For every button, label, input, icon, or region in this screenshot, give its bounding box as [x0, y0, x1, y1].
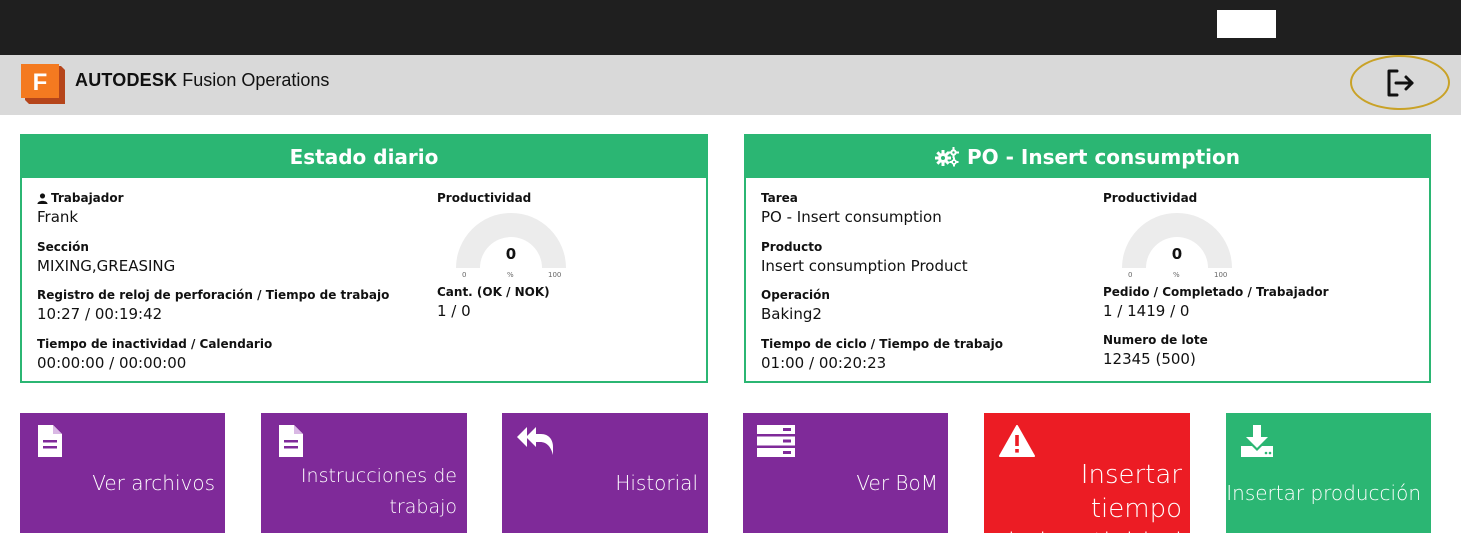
- operation-field: Operación Baking2: [761, 288, 830, 323]
- view-files-label: Ver archivos: [92, 471, 215, 495]
- insert-downtime-button[interactable]: Insertar tiempo de inactividad: [984, 413, 1190, 558]
- qty-label: Cant. (OK / NOK): [437, 285, 550, 299]
- insert-downtime-line1: Insertar tiempo: [1080, 460, 1182, 524]
- work-instructions-button[interactable]: Instrucciones de trabajo: [261, 413, 467, 533]
- fusion-logo-icon: F: [21, 64, 65, 104]
- history-label: Historial: [615, 471, 698, 495]
- task-gauge-value: 0: [1171, 245, 1183, 263]
- product-field: Producto Insert consumption Product: [761, 240, 968, 275]
- work-instructions-label: Instrucciones de trabajo: [301, 461, 457, 523]
- task-productivity-label: Productividad: [1103, 191, 1198, 205]
- idle-label: Tiempo de inactividad / Calendario: [37, 337, 273, 351]
- task-gauge-max: 100: [1214, 271, 1228, 279]
- qty-field: Cant. (OK / NOK) 1 / 0: [437, 285, 550, 320]
- server-icon: [757, 425, 795, 457]
- insert-production-label: Insertar producción: [1226, 481, 1421, 505]
- view-files-button[interactable]: Ver archivos: [20, 413, 225, 533]
- lot-value: 12345 (500): [1103, 350, 1196, 368]
- app-header: F AUTODESK Fusion Operations: [0, 55, 1461, 115]
- logo-letter: F: [33, 69, 48, 96]
- file-icon: [38, 425, 62, 457]
- daily-productivity-field: Productividad: [437, 191, 531, 205]
- product-label: Producto: [761, 240, 823, 254]
- daily-gauge-unit: %: [507, 271, 514, 279]
- task-header: PO - Insert consumption: [746, 136, 1429, 178]
- daily-productivity-label: Productividad: [437, 191, 532, 205]
- section-value: MIXING,GREASING: [37, 257, 176, 275]
- task-label: Tarea: [761, 191, 798, 205]
- section-field: Sección MIXING,GREASING: [37, 240, 175, 275]
- brand-rest: Fusion Operations: [182, 70, 330, 90]
- insert-downtime-line2: de inactividad: [998, 528, 1182, 558]
- top-bar: [0, 0, 1461, 55]
- warning-icon: [999, 425, 1035, 457]
- clock-label: Registro de reloj de perforación / Tiemp…: [37, 288, 390, 302]
- view-bom-label: Ver BoM: [856, 471, 938, 495]
- daily-status-header: Estado diario: [22, 136, 706, 178]
- worker-label: Trabajador: [51, 191, 124, 205]
- task-value: PO - Insert consumption: [761, 208, 942, 226]
- daily-productivity-gauge: 0 0 % 100: [453, 210, 569, 290]
- download-icon: [1241, 425, 1273, 457]
- task-productivity-field: Productividad: [1103, 191, 1197, 205]
- insert-downtime-label: Insertar tiempo de inactividad: [984, 458, 1182, 560]
- order-value: 1 / 1419 / 0: [1103, 302, 1190, 320]
- view-bom-button[interactable]: Ver BoM: [743, 413, 948, 533]
- task-gauge-min: 0: [1128, 271, 1133, 279]
- order-label: Pedido / Completado / Trabajador: [1103, 285, 1329, 299]
- cycle-field: Tiempo de ciclo / Tiempo de trabajo 01:0…: [761, 337, 1003, 372]
- daily-gauge-max: 100: [548, 271, 562, 279]
- logout-button[interactable]: [1350, 55, 1450, 110]
- reply-all-icon: [517, 427, 553, 455]
- idle-field: Tiempo de inactividad / Calendario 00:00…: [37, 337, 272, 372]
- product-value: Insert consumption Product: [761, 257, 968, 275]
- lot-field: Numero de lote 12345 (500): [1103, 333, 1208, 368]
- cycle-value: 01:00 / 00:20:23: [761, 354, 887, 372]
- work-instructions-line1: Instrucciones de: [300, 465, 457, 487]
- work-instructions-line2: trabajo: [389, 496, 457, 518]
- task-productivity-gauge: 0 0 % 100: [1119, 210, 1235, 290]
- daily-status-title: Estado diario: [289, 145, 439, 169]
- logout-icon: [1387, 69, 1414, 96]
- worker-value: Frank: [37, 208, 79, 226]
- order-field: Pedido / Completado / Trabajador 1 / 141…: [1103, 285, 1329, 320]
- section-label: Sección: [37, 240, 89, 254]
- operation-value: Baking2: [761, 305, 822, 323]
- clock-field: Registro de reloj de perforación / Tiemp…: [37, 288, 389, 323]
- task-card: PO - Insert consumption Tarea PO - Inser…: [744, 134, 1431, 383]
- clock-value: 10:27 / 00:19:42: [37, 305, 163, 323]
- brand-title: AUTODESK Fusion Operations: [75, 70, 329, 91]
- qty-value: 1 / 0: [437, 302, 471, 320]
- worker-field: Trabajador Frank: [37, 191, 124, 226]
- daily-gauge-min: 0: [462, 271, 467, 279]
- insert-production-button[interactable]: Insertar producción: [1226, 413, 1431, 533]
- task-gauge-unit: %: [1173, 271, 1180, 279]
- top-bar-box: [1217, 10, 1276, 38]
- daily-status-card: Estado diario Trabajador Frank Sección M…: [20, 134, 708, 383]
- task-title: PO - Insert consumption: [967, 145, 1240, 169]
- operation-label: Operación: [761, 288, 830, 302]
- task-field: Tarea PO - Insert consumption: [761, 191, 942, 226]
- cycle-label: Tiempo de ciclo / Tiempo de trabajo: [761, 337, 1003, 351]
- daily-gauge-value: 0: [505, 245, 517, 263]
- lot-label: Numero de lote: [1103, 333, 1208, 347]
- history-button[interactable]: Historial: [502, 413, 708, 533]
- idle-value: 00:00:00 / 00:00:00: [37, 354, 187, 372]
- brand-bold: AUTODESK: [75, 70, 178, 90]
- gears-icon: [935, 147, 960, 167]
- user-icon: [37, 192, 48, 204]
- file-icon: [279, 425, 303, 457]
